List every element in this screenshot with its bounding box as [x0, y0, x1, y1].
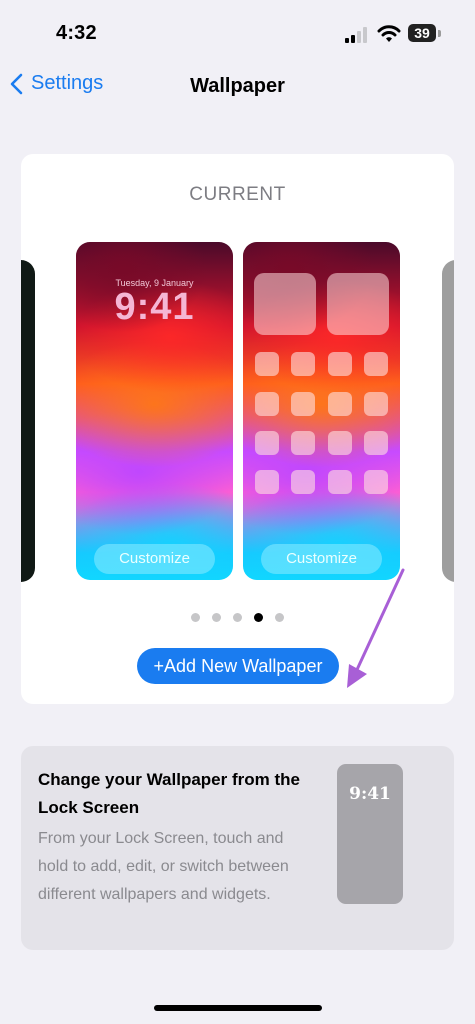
page-dot[interactable] — [212, 613, 221, 622]
page-title: Wallpaper — [190, 75, 285, 97]
home-indicator[interactable] — [154, 1005, 322, 1011]
widget-placeholder — [327, 273, 389, 335]
annotation-arrow-icon — [347, 568, 405, 688]
page-dot[interactable] — [191, 613, 200, 622]
page-dot-active[interactable] — [254, 613, 263, 622]
navigation-bar: Settings Wallpaper — [0, 62, 475, 108]
page-dot[interactable] — [275, 613, 284, 622]
previous-wallpaper-preview[interactable] — [21, 260, 35, 582]
widget-placeholder — [254, 273, 316, 335]
current-section-label: CURRENT — [189, 184, 286, 205]
page-dot[interactable] — [233, 613, 242, 622]
tip-title: Change your Wallpaper from the Lock Scre… — [38, 770, 300, 817]
next-wallpaper-preview[interactable] — [442, 260, 454, 582]
thumbnail-time: 9:41 — [349, 784, 391, 804]
cellular-signal-icon — [345, 27, 369, 43]
app-icon-placeholder — [364, 392, 388, 416]
app-icon-placeholder — [255, 352, 279, 376]
app-icon-placeholder — [255, 431, 279, 455]
app-icon-placeholder — [291, 352, 315, 376]
battery-cap — [438, 30, 441, 37]
page-indicator[interactable] — [21, 613, 454, 622]
wifi-icon — [377, 25, 401, 42]
app-icon-placeholder — [364, 470, 388, 494]
app-icon-placeholder — [328, 431, 352, 455]
add-new-wallpaper-button[interactable]: +Add New Wallpaper — [137, 648, 339, 684]
app-icon-placeholder — [255, 392, 279, 416]
app-icon-placeholder — [255, 470, 279, 494]
home-screen-preview[interactable]: Customize — [243, 242, 400, 580]
status-bar: 4:32 39 — [0, 0, 475, 68]
app-icon-placeholder — [328, 392, 352, 416]
app-icon-placeholder — [291, 392, 315, 416]
lock-screen-tip-card: Change your Wallpaper from the Lock Scre… — [21, 746, 454, 950]
app-icon-placeholder — [291, 470, 315, 494]
battery-icon: 39 — [408, 24, 436, 42]
app-icon-placeholder — [364, 431, 388, 455]
app-icon-placeholder — [364, 352, 388, 376]
wallpaper-card: CURRENT Tuesday, 9 January 9:41 Customiz… — [21, 154, 454, 704]
app-icon-placeholder — [328, 470, 352, 494]
lock-screen-preview[interactable]: Tuesday, 9 January 9:41 Customize — [76, 242, 233, 580]
tip-description: From your Lock Screen, touch and hold to… — [38, 830, 289, 903]
customize-lock-screen-button[interactable]: Customize — [94, 544, 215, 574]
lock-screen-time: 9:41 — [114, 286, 195, 328]
app-icon-placeholder — [291, 431, 315, 455]
app-icon-placeholder — [328, 352, 352, 376]
lock-screen-thumbnail: 9:41 — [337, 764, 403, 904]
status-time: 4:32 — [56, 22, 97, 44]
